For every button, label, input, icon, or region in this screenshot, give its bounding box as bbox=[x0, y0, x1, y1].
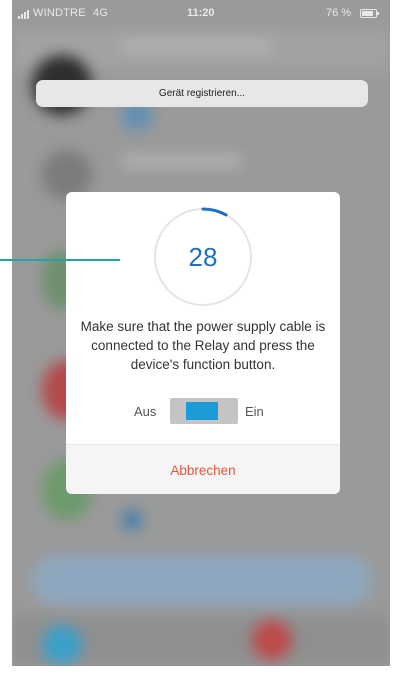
phone-screen: WINDTRE 4G 11:20 76 % Gerät registrieren… bbox=[12, 0, 390, 666]
toggle-off-label: Aus bbox=[134, 404, 157, 419]
app-frame: WINDTRE 4G 11:20 76 % Gerät registrieren… bbox=[0, 0, 394, 678]
battery-percent: 76 % bbox=[326, 7, 352, 19]
toast-text: Gerät registrieren... bbox=[158, 88, 246, 99]
clock: 11:20 bbox=[187, 7, 215, 19]
toggle-knob[interactable] bbox=[186, 402, 218, 420]
power-toggle[interactable] bbox=[170, 398, 238, 424]
registration-toast: Gerät registrieren... bbox=[36, 80, 368, 107]
toggle-row: Aus Ein bbox=[66, 398, 340, 424]
cancel-button[interactable]: Abbrechen bbox=[66, 445, 340, 494]
toggle-on-label: Ein bbox=[245, 404, 264, 419]
network-label: 4G bbox=[93, 7, 109, 19]
countdown-number: 28 bbox=[188, 241, 218, 272]
pairing-dialog: 28 Make sure that the power supply cable… bbox=[66, 192, 340, 494]
callout-line bbox=[0, 259, 120, 261]
signal-bars-icon bbox=[18, 10, 29, 19]
battery-icon bbox=[360, 9, 379, 18]
status-bar: WINDTRE 4G 11:20 76 % bbox=[12, 0, 390, 28]
dialog-footer: Abbrechen bbox=[66, 444, 340, 494]
countdown-progress: 28 bbox=[152, 206, 254, 308]
carrier-label: WINDTRE 4G bbox=[33, 7, 109, 19]
dialog-message: Make sure that the power supply cable is… bbox=[80, 319, 326, 372]
